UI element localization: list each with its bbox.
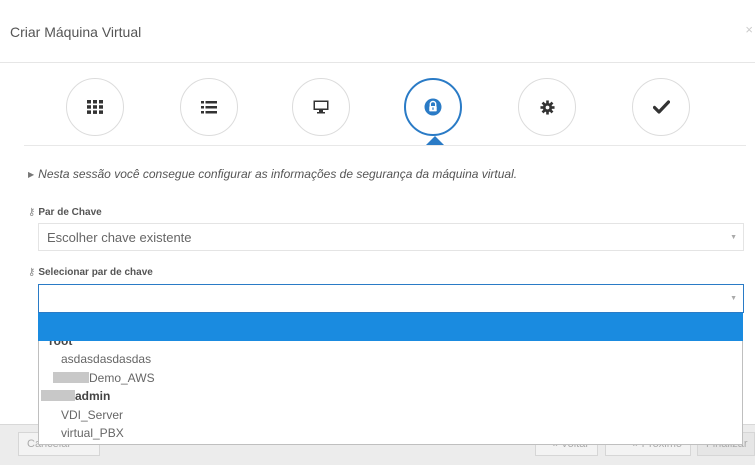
key-pair-dropdown: root asdasdasdasdas Demo_AWS admin VDI_S… [38, 341, 743, 445]
dropdown-option[interactable]: Demo_AWS [53, 371, 155, 385]
monitor-icon [313, 100, 329, 114]
step-settings[interactable] [518, 78, 576, 136]
grid-icon [87, 100, 103, 114]
close-icon[interactable]: × [745, 22, 753, 37]
select-key-pair-label: Selecionar par de chave [38, 267, 153, 278]
redacted-block [41, 390, 75, 401]
step-list[interactable] [180, 78, 238, 136]
dropdown-option-label: Demo_AWS [89, 371, 155, 385]
key-pair-select[interactable]: Escolher chave existente ▼ [38, 223, 744, 251]
check-icon [652, 100, 670, 114]
dropdown-group-label: admin [75, 389, 111, 403]
info-text-row: ▶ Nesta sessão você consegue configurar a… [28, 167, 517, 181]
step-monitor[interactable] [292, 78, 350, 136]
dropdown-highlighted-option[interactable] [38, 313, 743, 341]
list-icon [201, 100, 217, 113]
key-icon: ⚷ [28, 207, 36, 218]
wizard-steps [0, 70, 755, 150]
key-icon: ⚷ [28, 267, 36, 278]
dropdown-option[interactable]: VDI_Server [61, 408, 123, 422]
step-grid[interactable] [66, 78, 124, 136]
dropdown-group-root: root [49, 341, 73, 348]
lock-icon [424, 98, 442, 116]
select-key-pair-select[interactable]: ▼ [38, 284, 744, 313]
step-confirm[interactable] [632, 78, 690, 136]
key-pair-select-value: Escolher chave existente [47, 230, 192, 245]
modal-title: Criar Máquina Virtual [10, 24, 142, 40]
key-pair-label-row: ⚷ Par de Chave [28, 207, 102, 218]
caret-right-icon: ▶ [28, 170, 35, 179]
active-step-indicator [426, 136, 444, 145]
dropdown-option[interactable]: asdasdasdasdas [61, 352, 151, 366]
modal-header: Criar Máquina Virtual × [0, 0, 755, 63]
divider [24, 145, 746, 146]
dropdown-group-admin: admin [41, 389, 110, 403]
key-pair-label: Par de Chave [38, 207, 102, 218]
select-key-pair-label-row: ⚷ Selecionar par de chave [28, 267, 153, 278]
step-security[interactable] [404, 78, 462, 136]
gear-icon [539, 99, 555, 115]
chevron-down-icon: ▼ [730, 295, 737, 302]
info-text: Nesta sessão você consegue configurar as… [38, 167, 518, 181]
chevron-down-icon: ▼ [730, 234, 737, 241]
dropdown-option[interactable]: virtual_PBX [61, 426, 124, 440]
redacted-block [53, 372, 89, 383]
